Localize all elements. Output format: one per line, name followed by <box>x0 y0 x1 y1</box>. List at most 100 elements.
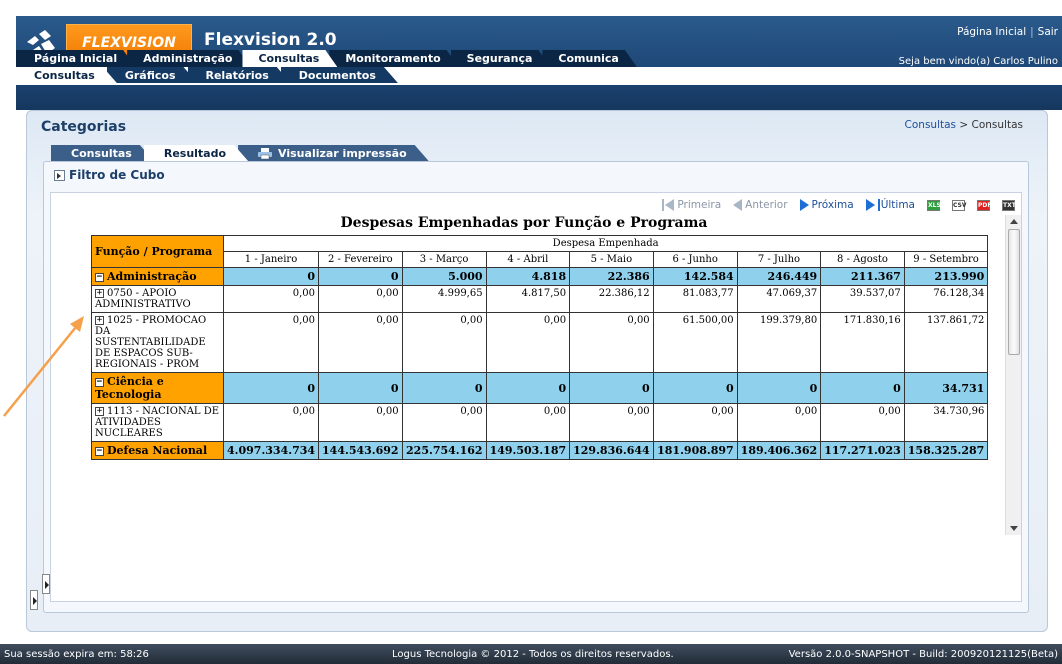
subtab-graficos[interactable]: Gráficos <box>107 67 198 83</box>
tab-pagina-inicial[interactable]: Página Inicial <box>16 50 135 67</box>
value-cell: 181.908.897 <box>652 441 738 460</box>
function-label: Ciência e Tecnologia <box>95 375 164 401</box>
value-cell: 81.083,77 <box>652 285 738 313</box>
value-cell: 0 <box>569 372 654 404</box>
value-cell: 225.754.162 <box>401 441 487 460</box>
first-page-label: Primeira <box>677 199 722 211</box>
tab-visualizar-impressao[interactable]: Visualizar impressão <box>238 145 429 161</box>
expand-icon[interactable]: + <box>95 407 104 416</box>
month-header: 2 - Fevereiro <box>318 251 403 268</box>
value-cell: 0 <box>222 372 320 404</box>
previous-arrow-icon <box>733 199 743 211</box>
report-title: Despesas Empenhadas por Função e Program… <box>340 215 708 231</box>
page-title: Categorias <box>41 119 127 135</box>
function-label-cell: − Administração <box>91 267 224 286</box>
export-csv-icon[interactable]: CSV <box>952 199 966 211</box>
top-links: Página Inicial | Sair <box>957 26 1058 38</box>
collapse-icon[interactable]: − <box>95 273 104 282</box>
value-cell: 22.386 <box>569 267 654 286</box>
value-cell: 0,00 <box>318 285 403 313</box>
collapse-icon[interactable]: − <box>95 447 104 456</box>
value-cell: 0,00 <box>820 403 905 442</box>
value-cell: 137.861,72 <box>903 312 989 373</box>
expand-icon[interactable]: + <box>95 316 104 325</box>
function-label-cell: − Defesa Nacional <box>91 441 224 460</box>
export-xls-icon[interactable]: XLS <box>927 199 941 211</box>
value-cell: 0 <box>820 372 905 404</box>
home-link[interactable]: Página Inicial <box>957 26 1026 38</box>
breadcrumb-separator: > <box>959 119 969 131</box>
first-page-icon <box>662 199 665 211</box>
value-cell: 158.325.287 <box>903 441 989 460</box>
program-row: +1113 - NACIONAL DE ATIVIDADES NUCLEARES… <box>91 403 989 442</box>
value-cell: 0 <box>222 267 320 286</box>
value-cell: 0,00 <box>222 312 320 373</box>
tab-seguranca[interactable]: Segurança <box>451 50 551 67</box>
first-page-button[interactable]: Primeira <box>662 199 721 211</box>
group-header: Despesa Empenhada <box>222 235 989 252</box>
pivot-table: Função / Programa Despesa Empenhada 1 - … <box>91 235 989 460</box>
previous-page-button[interactable]: Anterior <box>733 199 788 211</box>
tab-consultas[interactable]: Consultas <box>242 50 337 67</box>
subtab-relatorios[interactable]: Relatórios <box>188 67 291 83</box>
subtab-consultas[interactable]: Consultas <box>16 67 117 83</box>
welcome-message: Seja bem vindo(a) Carlos Pulino <box>898 56 1058 67</box>
tab-consultas-inner[interactable]: Consultas <box>51 145 154 161</box>
tab-administracao[interactable]: Administração <box>127 50 250 67</box>
last-page-button[interactable]: Última <box>865 199 915 211</box>
footer-bar: Sua sessão expira em: 58:26 Logus Tecnol… <box>0 644 1062 664</box>
side-panel-toggle-icon-2[interactable] <box>30 590 38 610</box>
exit-link[interactable]: Sair <box>1038 26 1058 38</box>
scroll-down-icon[interactable] <box>1010 526 1018 531</box>
last-page-icon <box>877 199 880 211</box>
tab-resultado[interactable]: Resultado <box>144 145 248 161</box>
export-txt-icon[interactable]: TXT <box>1002 199 1016 211</box>
breadcrumb-link[interactable]: Consultas <box>905 119 956 131</box>
export-pdf-icon[interactable]: PDF <box>977 199 991 211</box>
cube-filter-toggle[interactable]: Filtro de Cubo <box>54 168 165 182</box>
breadcrumb-current: Consultas <box>971 119 1023 131</box>
tab-comunica[interactable]: Comunica <box>542 50 636 67</box>
program-label-cell: +1113 - NACIONAL DE ATIVIDADES NUCLEARES <box>91 403 224 442</box>
subtab-documentos[interactable]: Documentos <box>281 67 398 83</box>
value-cell: 0,00 <box>736 403 822 442</box>
scroll-up-icon[interactable] <box>1010 219 1018 224</box>
month-header: 9 - Setembro <box>903 251 989 268</box>
value-cell: 142.584 <box>652 267 738 286</box>
value-cell: 213.990 <box>903 267 989 286</box>
expand-icon[interactable]: + <box>95 289 104 298</box>
tab-monitoramento[interactable]: Monitoramento <box>329 50 458 67</box>
value-cell: 171.830,16 <box>820 312 905 373</box>
value-cell: 4.097.334.734 <box>222 441 320 460</box>
collapse-icon[interactable]: − <box>95 378 104 387</box>
value-cell: 0,00 <box>318 312 403 373</box>
inner-tabs: Consultas Resultado Visualizar impressão <box>51 145 419 161</box>
value-cell: 211.367 <box>820 267 905 286</box>
printer-icon <box>258 148 272 158</box>
tab-visualizar-label: Visualizar impressão <box>278 146 407 160</box>
previous-page-label: Anterior <box>745 199 788 211</box>
next-arrow-icon <box>799 199 809 211</box>
side-panel-toggle-icon[interactable] <box>42 574 50 594</box>
program-label: 0750 - APOIO ADMINISTRATIVO <box>95 288 191 310</box>
month-header: 6 - Junho <box>652 251 738 268</box>
link-separator: | <box>1030 26 1034 38</box>
function-row: − Defesa Nacional 4.097.334.734 144.543.692… <box>91 441 989 460</box>
month-header: 3 - Março <box>401 251 487 268</box>
report-area: Primeira Anterior Próxima Última XLS CSV… <box>50 192 1022 602</box>
vertical-scrollbar[interactable] <box>1005 215 1021 535</box>
next-page-button[interactable]: Próxima <box>799 199 854 211</box>
version-info: Versão 2.0.0-SNAPSHOT - Build: 200920121… <box>788 649 1058 660</box>
program-label: 1113 - NACIONAL DE ATIVIDADES NUCLEARES <box>95 406 220 439</box>
program-row: +0750 - APOIO ADMINISTRATIVO 0,00 0,00 4.99… <box>91 285 989 313</box>
value-cell: 0 <box>401 372 487 404</box>
month-header: 1 - Janeiro <box>222 251 320 268</box>
pivot-body: − Administração 0 0 5.000 4.818 22.386 142.584 2… <box>91 267 989 460</box>
value-cell: 0,00 <box>485 312 571 373</box>
result-panel: Filtro de Cubo Primeira Anterior Próxima <box>43 161 1029 613</box>
scroll-thumb[interactable] <box>1008 229 1020 355</box>
month-header-row: 1 - Janeiro 2 - Fevereiro 3 - Março 4 - Abr… <box>92 251 989 268</box>
function-label: Defesa Nacional <box>107 444 208 457</box>
value-cell: 0 <box>652 372 738 404</box>
program-label-cell: +0750 - APOIO ADMINISTRATIVO <box>91 285 224 313</box>
